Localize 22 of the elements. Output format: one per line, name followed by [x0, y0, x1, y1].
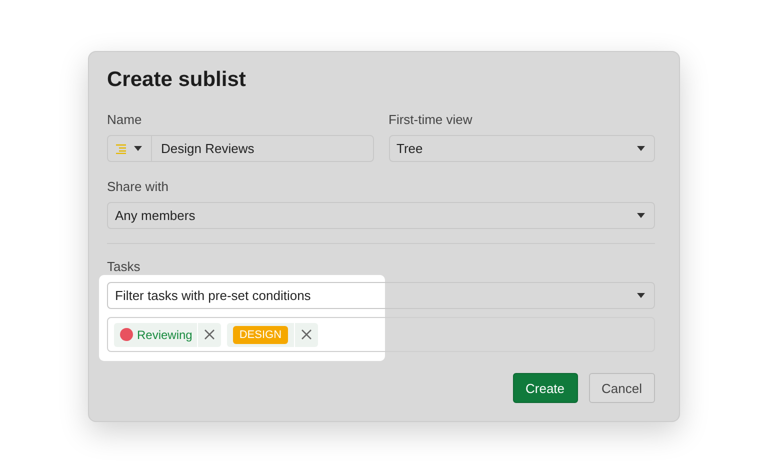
list-icon	[115, 144, 127, 154]
conditions-field[interactable]: Reviewing DESIGN	[107, 317, 655, 352]
caret-icon	[637, 213, 645, 218]
create-button[interactable]: Create	[512, 373, 578, 403]
caret-icon	[637, 293, 645, 298]
field-label: First-time view	[388, 112, 474, 127]
cancel-button[interactable]: Cancel	[588, 373, 655, 403]
field-label: Tasks	[107, 259, 142, 274]
dialog-title: Create sublist	[107, 68, 247, 92]
field-label: Share with	[107, 179, 170, 194]
close-icon	[204, 329, 216, 340]
name-field[interactable]: Design Reviews	[107, 135, 374, 162]
tag-label: DESIGN	[233, 326, 288, 344]
name-value: Design Reviews	[160, 141, 254, 156]
close-icon	[300, 329, 312, 340]
status-label: Reviewing	[114, 322, 198, 346]
field-label: Name	[107, 112, 143, 127]
share-select[interactable]: Any members	[107, 202, 655, 229]
filter-select[interactable]: Filter tasks with pre-set conditions	[107, 282, 655, 309]
view-select[interactable]: Tree	[388, 135, 655, 162]
caret-icon	[134, 146, 142, 151]
caret-icon	[637, 146, 645, 151]
